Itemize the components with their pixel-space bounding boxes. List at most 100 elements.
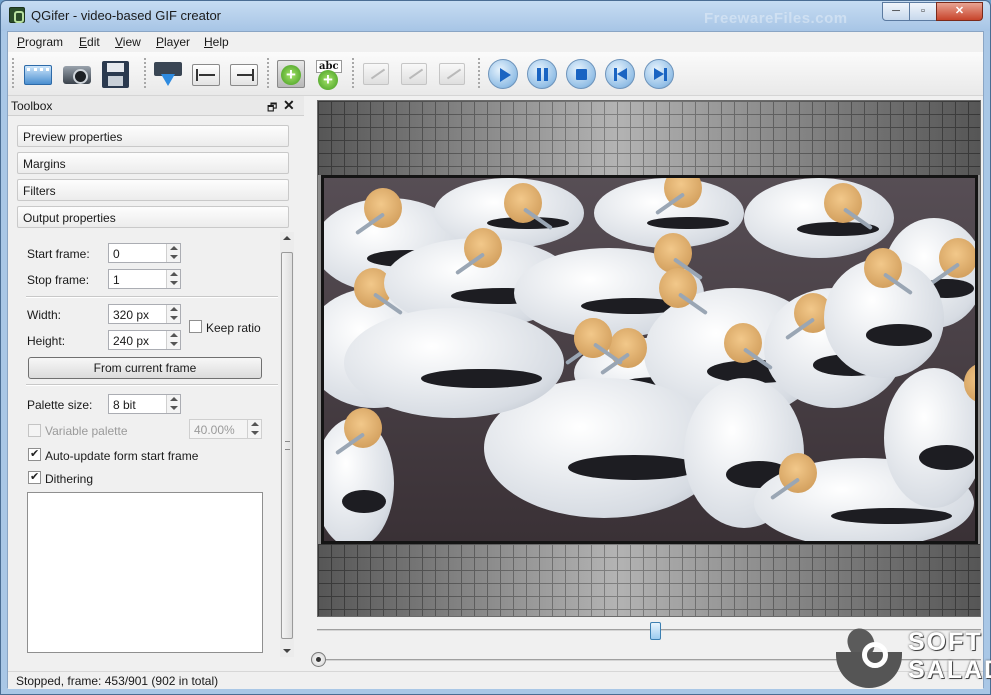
freewarefiles-watermark: FreewareFiles.com [704,10,848,27]
client-area: Program Edit View Player Help abc+ [7,31,984,689]
section-margins[interactable]: Margins [17,152,289,174]
toolbar-grip[interactable] [478,58,481,88]
edit-button-1[interactable] [359,57,393,91]
palette-size-value: 8 bit [113,398,136,412]
keep-ratio-label: Keep ratio [206,321,261,335]
add-frame-button[interactable] [274,57,308,91]
close-dock-icon[interactable]: ✕ [283,97,295,114]
start-frame-value: 0 [113,247,120,261]
menu-view-label: iew [122,35,141,49]
transparency-grid-top [318,101,980,175]
float-icon[interactable]: 🗗 [267,99,277,118]
variable-palette-checkbox[interactable] [28,424,41,437]
transparency-grid-bottom [318,544,980,616]
scroll-down-icon[interactable] [283,649,291,653]
maximize-button[interactable]: ▫ [909,2,937,21]
from-current-frame-button[interactable]: From current frame [28,357,262,379]
frame-slider-handle[interactable] [650,622,662,640]
add-text-icon: abc + [316,60,344,90]
output-preview-box [27,492,263,653]
next-frame-button[interactable] [642,57,676,91]
status-text: Stopped, frame: 453/901 (902 in total) [16,674,219,688]
height-spinbox[interactable]: 240 px [108,330,181,350]
menu-player[interactable]: Player [156,35,190,49]
keep-ratio-checkbox[interactable] [189,320,202,333]
title-bar[interactable]: QGifer - video-based GIF creator Freewar… [1,1,990,31]
start-frame-label: Start frame: [27,247,90,261]
pause-button[interactable] [525,57,559,91]
section-preview-properties[interactable]: Preview properties [17,125,289,147]
menu-program-label: rogram [25,35,64,49]
toolbar-grip[interactable] [144,58,147,88]
separator [26,384,278,386]
menu-edit-label: dit [87,35,100,49]
variable-palette-value: 40.00% [194,423,235,437]
open-video-icon [24,65,52,85]
softsalad-watermark: SOFT SALAD [832,618,991,692]
toolbar-grip[interactable] [12,58,15,88]
scroll-thumb[interactable] [281,252,293,639]
stop-icon [566,59,596,89]
auto-update-checkbox[interactable] [28,447,41,461]
width-spinbox[interactable]: 320 px [108,304,181,324]
spin-arrows-icon[interactable] [166,331,180,349]
stop-frame-spinbox[interactable]: 1 [108,269,181,289]
video-preview-area[interactable] [317,100,981,617]
window-title: QGifer - video-based GIF creator [31,8,222,23]
spin-arrows-icon[interactable] [166,244,180,262]
range-slider-handle[interactable] [311,652,326,667]
stop-frame-label: Stop frame: [27,273,90,287]
extract-frames-button[interactable] [151,57,185,91]
toolbar-grip[interactable] [267,58,270,88]
app-window: QGifer - video-based GIF creator Freewar… [0,0,991,695]
app-icon [9,7,25,23]
save-button[interactable] [98,57,132,91]
stop-button[interactable] [564,57,598,91]
set-start-frame-icon [192,64,220,86]
play-button[interactable] [486,57,520,91]
set-stop-frame-button[interactable] [227,57,261,91]
previous-frame-button[interactable] [603,57,637,91]
set-stop-frame-icon [230,64,258,86]
menu-view[interactable]: View [115,35,141,49]
menu-help[interactable]: Help [204,35,229,49]
spin-arrows-icon[interactable] [166,395,180,413]
spin-arrows-icon[interactable] [166,305,180,323]
dithering-checkbox[interactable] [28,470,41,484]
pause-icon [527,59,557,89]
toolbox-dock: Toolbox 🗗 ✕ Preview properties Margins F… [8,96,304,671]
toolbox-scrollbar[interactable] [280,232,294,657]
close-button[interactable]: ✕ [936,2,983,21]
separator [26,296,278,298]
variable-palette-spinbox[interactable]: 40.00% [189,419,262,439]
menu-player-label: layer [164,35,191,49]
spin-arrows-icon[interactable] [247,420,261,438]
menu-help-label: elp [212,35,229,49]
palette-size-label: Palette size: [27,398,93,412]
output-properties-panel: Start frame: 0 Stop frame: 1 Width: 320 … [17,232,294,657]
edit-button-2[interactable] [397,57,431,91]
toolbox-header[interactable]: Toolbox 🗗 ✕ [8,96,304,116]
add-text-button[interactable]: abc + [313,57,347,91]
open-video-button[interactable] [20,57,54,91]
menu-program[interactable]: Program [17,35,63,49]
scroll-up-icon[interactable] [283,236,291,240]
save-icon [102,61,129,88]
minimize-button[interactable]: ─ [882,2,910,21]
section-filters[interactable]: Filters [17,179,289,201]
edit-button-3[interactable] [435,57,469,91]
toolbar-grip[interactable] [352,58,355,88]
palette-size-spinbox[interactable]: 8 bit [108,394,181,414]
dithering-label: Dithering [45,472,94,486]
open-camera-button[interactable] [60,57,94,91]
set-start-frame-button[interactable] [189,57,223,91]
section-output-properties[interactable]: Output properties [17,206,289,228]
start-frame-spinbox[interactable]: 0 [108,243,181,263]
salad-bowl-icon [836,623,902,690]
menu-bar: Program Edit View Player Help [8,32,983,52]
edit-disabled-icon [401,63,427,85]
width-value: 320 px [113,308,150,322]
edit-disabled-icon [363,63,389,85]
spin-arrows-icon[interactable] [166,270,180,288]
menu-edit[interactable]: Edit [79,35,100,49]
